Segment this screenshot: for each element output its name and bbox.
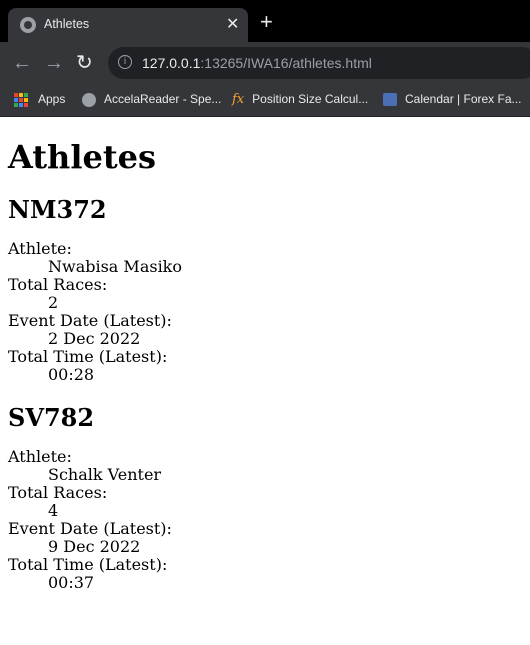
bookmark-label: Position Size Calcul...	[252, 92, 369, 106]
athlete-label: Athlete:	[8, 239, 72, 258]
event-date-label: Event Date (Latest):	[8, 519, 172, 538]
bookmark-label: AccelaReader - Spe...	[104, 92, 222, 106]
event-date-label: Event Date (Latest):	[8, 311, 172, 330]
globe-icon	[82, 92, 96, 107]
bookmark-apps[interactable]: Apps	[14, 92, 65, 107]
bookmark-accelareader[interactable]: AccelaReader - Spe...	[82, 92, 221, 107]
fx-icon: fx	[232, 92, 245, 108]
bookmark-calendar[interactable]: Calendar | Forex Fa...	[383, 92, 522, 107]
athlete-label: Athlete:	[8, 447, 72, 466]
toolbar: ← → ↻ i 127.0.0.1:13265/IWA16/athletes.h…	[0, 42, 530, 84]
url-text[interactable]: 127.0.0.1:13265/IWA16/athletes.html	[142, 55, 372, 71]
athlete-name: Schalk Venter	[48, 465, 162, 484]
total-races-label: Total Races:	[8, 275, 108, 294]
back-arrow-icon[interactable]: ←	[12, 52, 32, 74]
page-title: Athletes	[8, 138, 156, 176]
athlete-id-heading: SV782	[8, 403, 95, 432]
athlete-name: Nwabisa Masiko	[48, 257, 183, 276]
tab-athletes[interactable]: Athletes ✕	[8, 8, 248, 42]
total-time-value: 00:37	[48, 573, 95, 592]
apps-grid-icon	[14, 92, 28, 107]
info-icon[interactable]: i	[118, 55, 132, 69]
athlete-details: Athlete: Nwabisa Masiko Total Races: 2 E…	[8, 240, 522, 384]
tab-title: Athletes	[44, 17, 90, 31]
total-races-value: 4	[48, 501, 59, 520]
tab-strip: Athletes ✕ +	[0, 0, 530, 42]
event-date-value: 2 Dec 2022	[48, 329, 141, 348]
athlete-id-heading: NM372	[8, 195, 107, 224]
athlete-details: Athlete: Schalk Venter Total Races: 4 Ev…	[8, 448, 522, 592]
reload-icon[interactable]: ↻	[76, 52, 93, 74]
calendar-icon	[383, 93, 397, 107]
close-tab-icon[interactable]: ✕	[226, 14, 239, 34]
total-time-value: 00:28	[48, 365, 95, 384]
total-time-label: Total Time (Latest):	[8, 347, 168, 366]
bookmark-label: Apps	[38, 92, 66, 106]
bookmarks-bar: Apps AccelaReader - Spe... fx Position Si…	[0, 84, 530, 117]
page-content: Athletes NM372 Athlete: Nwabisa Masiko T…	[0, 138, 530, 592]
globe-icon	[20, 17, 36, 33]
forward-arrow-icon[interactable]: →	[44, 52, 64, 74]
bookmark-label: Calendar | Forex Fa...	[405, 92, 522, 106]
address-bar[interactable]: i 127.0.0.1:13265/IWA16/athletes.html	[108, 47, 530, 79]
total-races-label: Total Races:	[8, 483, 108, 502]
athlete-section: SV782 Athlete: Schalk Venter Total Races…	[8, 404, 522, 592]
bookmark-position-size[interactable]: fx Position Size Calcul...	[232, 92, 368, 107]
browser-chrome: Athletes ✕ + ← → ↻ i 127.0.0.1:13265/IWA…	[0, 0, 530, 117]
total-time-label: Total Time (Latest):	[8, 555, 168, 574]
athlete-section: NM372 Athlete: Nwabisa Masiko Total Race…	[8, 196, 522, 384]
event-date-value: 9 Dec 2022	[48, 537, 141, 556]
new-tab-button[interactable]: +	[260, 10, 273, 34]
total-races-value: 2	[48, 293, 59, 312]
